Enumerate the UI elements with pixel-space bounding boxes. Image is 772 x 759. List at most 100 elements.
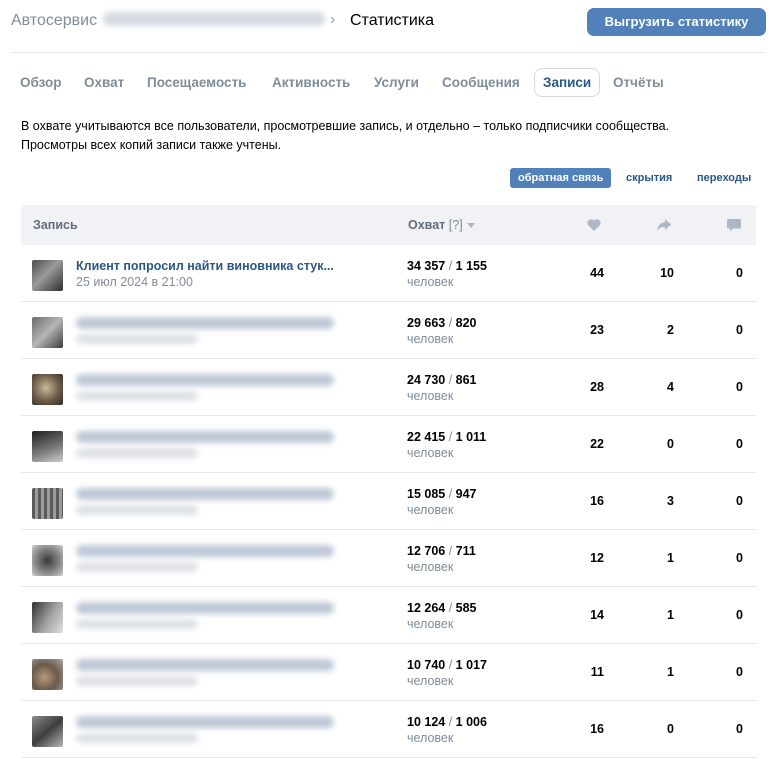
shares-count: 0 (667, 722, 674, 736)
tab-reports[interactable]: Отчёты (613, 68, 664, 97)
tab-overview[interactable]: Обзор (20, 68, 62, 97)
comments-count: 0 (736, 722, 743, 736)
table-row[interactable]: 22 415 / 1 011 человек 22 0 0 (21, 416, 756, 473)
table-row[interactable]: 24 730 / 861 человек 28 4 0 (21, 359, 756, 416)
reach-subscribers: 820 (455, 316, 477, 330)
tab-posts[interactable]: Записи (534, 68, 601, 97)
reach-total: 10 740 (407, 658, 446, 672)
post-thumbnail[interactable] (32, 716, 63, 747)
reach-subscribers: 585 (455, 601, 477, 615)
sort-desc-icon[interactable] (466, 223, 475, 228)
reach-notice: В охвате учитываются все пользователи, п… (21, 117, 751, 155)
table-row[interactable]: 15 085 / 947 человек 16 3 0 (21, 473, 756, 530)
post-title-blurred[interactable] (76, 374, 334, 386)
reach-value: 22 415 / 1 011 (407, 430, 486, 444)
likes-count: 23 (590, 323, 604, 337)
reach-separator: / (445, 259, 456, 273)
reach-subscribers: 1 155 (455, 259, 487, 273)
post-date-blurred (76, 448, 198, 458)
post-thumbnail[interactable] (32, 317, 63, 348)
post-title-blurred[interactable] (76, 602, 334, 614)
comments-count: 0 (736, 608, 743, 622)
shares-count: 0 (667, 437, 674, 451)
filter-hides[interactable]: скрытия (626, 168, 672, 188)
reach-value: 34 357 / 1 155 (407, 259, 487, 273)
reach-subscribers: 861 (455, 373, 477, 387)
comments-count: 0 (736, 665, 743, 679)
likes-count: 12 (590, 551, 604, 565)
post-date-blurred (76, 562, 198, 572)
reach-separator: / (445, 544, 456, 558)
breadcrumb-root[interactable]: Автосервис (11, 12, 97, 29)
notice-line-2: Просмотры всех копий записи также учтены… (21, 138, 282, 152)
breadcrumb: Автосервис (11, 12, 326, 30)
column-reach[interactable]: Охват [?] (408, 205, 475, 245)
filter-feedback[interactable]: обратная связь (510, 168, 612, 188)
table-row[interactable]: 29 663 / 820 человек 23 2 0 (21, 302, 756, 359)
tab-messages[interactable]: Сообщения (442, 68, 520, 97)
filter-clicks[interactable]: переходы (697, 168, 751, 188)
post-date-blurred (76, 733, 198, 743)
shares-count: 10 (660, 266, 674, 280)
heart-icon[interactable] (586, 217, 602, 233)
post-title-blurred[interactable] (76, 545, 334, 557)
reach-unit: человек (407, 446, 454, 460)
post-thumbnail[interactable] (32, 659, 63, 690)
reach-total: 22 415 (407, 430, 446, 444)
reach-subscribers: 1 017 (455, 658, 487, 672)
reach-separator: / (445, 316, 456, 330)
reach-total: 15 085 (407, 487, 446, 501)
tab-reach[interactable]: Охват (84, 68, 124, 97)
reach-subscribers: 1 006 (455, 715, 487, 729)
header-divider (11, 52, 766, 53)
table-row[interactable]: 12 706 / 711 человек 12 1 0 (21, 530, 756, 587)
post-thumbnail[interactable] (32, 374, 63, 405)
likes-count: 16 (590, 494, 604, 508)
post-thumbnail[interactable] (32, 488, 63, 519)
likes-count: 11 (590, 665, 604, 679)
reach-unit: человек (407, 332, 454, 346)
shares-count: 4 (667, 380, 674, 394)
reach-unit: человек (407, 503, 454, 517)
post-thumbnail[interactable] (32, 431, 63, 462)
reach-unit: человек (407, 275, 454, 289)
breadcrumb-community-name-blurred[interactable] (103, 12, 326, 26)
export-stats-button[interactable]: Выгрузить статистику (587, 8, 766, 36)
post-thumbnail[interactable] (32, 545, 63, 576)
comments-count: 0 (736, 380, 743, 394)
table-row[interactable]: 10 740 / 1 017 человек 11 1 0 (21, 644, 756, 701)
post-thumbnail[interactable] (32, 602, 63, 633)
comment-icon[interactable] (726, 217, 742, 233)
post-title-blurred[interactable] (76, 716, 334, 728)
tab-traffic[interactable]: Посещаемость (147, 68, 246, 97)
post-title-blurred[interactable] (76, 659, 334, 671)
post-date-blurred (76, 334, 198, 344)
post-title-link[interactable]: Клиент попросил найти виновника стук... (76, 259, 334, 273)
column-post: Запись (33, 218, 78, 232)
post-title-blurred[interactable] (76, 317, 334, 329)
reach-help-icon[interactable]: [?] (449, 218, 463, 232)
post-date-blurred (76, 619, 198, 629)
post-title-blurred[interactable] (76, 431, 334, 443)
post-date-blurred (76, 505, 198, 515)
reach-separator: / (445, 430, 456, 444)
likes-count: 28 (590, 380, 604, 394)
table-row[interactable]: Клиент попросил найти виновника стук... 2… (21, 245, 756, 302)
post-date-blurred (76, 676, 198, 686)
reach-separator: / (445, 373, 456, 387)
table-row[interactable]: 10 124 / 1 006 человек 16 0 0 (21, 701, 756, 758)
post-thumbnail[interactable] (32, 260, 63, 291)
share-icon[interactable] (656, 217, 672, 233)
reach-value: 10 124 / 1 006 (407, 715, 487, 729)
likes-count: 14 (590, 608, 604, 622)
reach-value: 24 730 / 861 (407, 373, 477, 387)
shares-count: 1 (667, 608, 674, 622)
chevron-right-icon: › (330, 11, 336, 28)
table-row[interactable]: 12 264 / 585 человек 14 1 0 (21, 587, 756, 644)
reach-value: 10 740 / 1 017 (407, 658, 487, 672)
tab-activity[interactable]: Активность (272, 68, 350, 97)
post-title-blurred[interactable] (76, 488, 334, 500)
reach-separator: / (445, 601, 456, 615)
reach-separator: / (445, 658, 456, 672)
tab-services[interactable]: Услуги (374, 68, 419, 97)
